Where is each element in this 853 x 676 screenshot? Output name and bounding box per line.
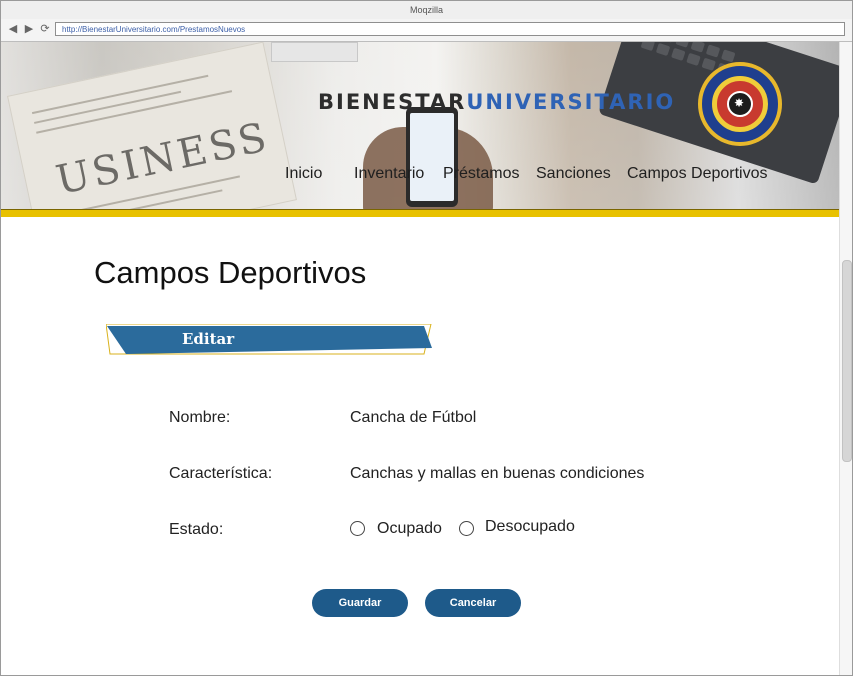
section-label: Editar xyxy=(182,330,235,348)
brand-part-2: UNIVERSITARIO xyxy=(466,90,676,114)
page-title: Campos Deportivos xyxy=(94,255,367,290)
university-seal-icon: ✸ xyxy=(698,62,782,146)
header-divider xyxy=(1,209,839,217)
cancel-button[interactable]: Cancelar xyxy=(425,589,521,617)
radio-ocupado-label[interactable]: Ocupado xyxy=(377,520,442,538)
reload-icon[interactable]: ⟳ xyxy=(39,23,51,35)
header-banner: USINESS BIENESTARUNIVERSITARIO ✸ Inicio … xyxy=(1,42,839,209)
newspaper-word: USINESS xyxy=(52,114,274,205)
ribbon-shape xyxy=(105,323,432,355)
save-button[interactable]: Guardar xyxy=(312,589,408,617)
phone-image xyxy=(406,107,458,207)
browser-window: Moqzilla ◀ ▶ ⟳ http://BienestarUniversit… xyxy=(0,0,853,676)
brand-part-1: BIENESTAR xyxy=(318,90,467,114)
nav-item-inicio[interactable]: Inicio xyxy=(285,165,322,183)
window-title: Moqzilla xyxy=(1,1,852,20)
caracteristica-value: Canchas y mallas en buenas condiciones xyxy=(350,465,645,482)
address-bar[interactable]: http://BienestarUniversitario.com/Presta… xyxy=(55,22,845,36)
nombre-value: Cancha de Fútbol xyxy=(350,409,477,426)
vertical-scrollbar[interactable] xyxy=(839,42,852,675)
nav-item-inventario[interactable]: Inventario xyxy=(354,165,424,183)
caracteristica-label: Característica: xyxy=(169,465,273,482)
nav-item-sanciones[interactable]: Sanciones xyxy=(536,165,611,183)
estado-label: Estado: xyxy=(169,521,224,538)
page-viewport: USINESS BIENESTARUNIVERSITARIO ✸ Inicio … xyxy=(1,42,839,675)
nav-item-campos-deportivos[interactable]: Campos Deportivos xyxy=(627,165,768,183)
nombre-label: Nombre: xyxy=(169,409,231,426)
radio-desocupado[interactable] xyxy=(459,521,474,536)
section-ribbon: Editar xyxy=(105,323,436,356)
newspaper-image: USINESS xyxy=(7,42,297,209)
radio-ocupado[interactable] xyxy=(350,521,365,536)
back-icon[interactable]: ◀ xyxy=(7,23,19,35)
radio-desocupado-label[interactable]: Desocupado xyxy=(485,518,575,536)
browser-toolbar: ◀ ▶ ⟳ http://BienestarUniversitario.com/… xyxy=(1,19,852,42)
calculator-image xyxy=(271,42,358,62)
scrollbar-thumb[interactable] xyxy=(842,260,852,462)
forward-icon[interactable]: ▶ xyxy=(23,23,35,35)
brand-logo-text[interactable]: BIENESTARUNIVERSITARIO xyxy=(318,90,675,114)
nav-item-prestamos[interactable]: Préstamos xyxy=(443,165,519,183)
